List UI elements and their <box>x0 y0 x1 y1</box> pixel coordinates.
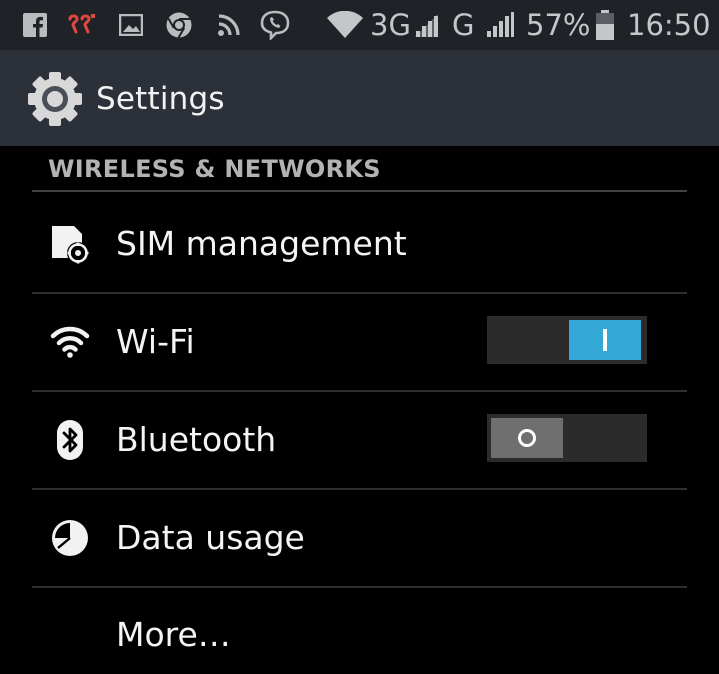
rss-icon <box>216 11 242 39</box>
settings-screen: 3G G 57% 16:50 Settings WIRELESS & NETWO… <box>0 0 719 674</box>
item-label-more: More… <box>116 615 231 654</box>
gallery-icon <box>118 11 144 39</box>
wifi-icon <box>325 11 365 39</box>
list-item-sim-management[interactable]: SIM management <box>0 196 719 292</box>
facebook-icon <box>22 11 48 39</box>
viber-icon <box>258 10 292 40</box>
list-item-more[interactable]: More… <box>0 588 719 674</box>
wifi-toggle[interactable] <box>487 316 647 364</box>
item-label-data-usage: Data usage <box>116 518 305 557</box>
battery-percent: 57% <box>526 8 591 42</box>
page-title: Settings <box>96 81 225 117</box>
section-divider <box>32 190 687 192</box>
signal-icon <box>484 11 516 39</box>
list-item-bluetooth[interactable]: Bluetooth <box>0 392 719 488</box>
bluetooth-toggle-thumb <box>491 418 563 458</box>
item-label-sim-management: SIM management <box>116 224 407 263</box>
data-usage-icon <box>48 516 92 560</box>
chrome-icon <box>164 11 194 39</box>
battery-icon <box>594 10 616 40</box>
signal-icon <box>412 11 440 39</box>
item-label-wifi: Wi-Fi <box>116 322 195 361</box>
network-type-3g: 3G <box>370 8 411 42</box>
list-item-data-usage[interactable]: Data usage <box>0 490 719 586</box>
settings-gear-icon[interactable] <box>24 68 86 130</box>
wifi-toggle-thumb <box>569 320 641 360</box>
sim-management-icon <box>48 222 92 266</box>
notification-app-icon <box>66 11 98 39</box>
wifi-icon <box>48 320 92 364</box>
clock: 16:50 <box>627 8 711 42</box>
bluetooth-icon <box>48 418 92 462</box>
network-type-g: G <box>452 8 475 42</box>
item-label-bluetooth: Bluetooth <box>116 420 277 459</box>
action-bar: Settings <box>0 50 719 146</box>
status-bar: 3G G 57% 16:50 <box>0 0 719 50</box>
section-header-wireless-networks: WIRELESS & NETWORKS <box>48 155 381 183</box>
list-item-wifi[interactable]: Wi-Fi <box>0 294 719 390</box>
bluetooth-toggle[interactable] <box>487 414 647 462</box>
